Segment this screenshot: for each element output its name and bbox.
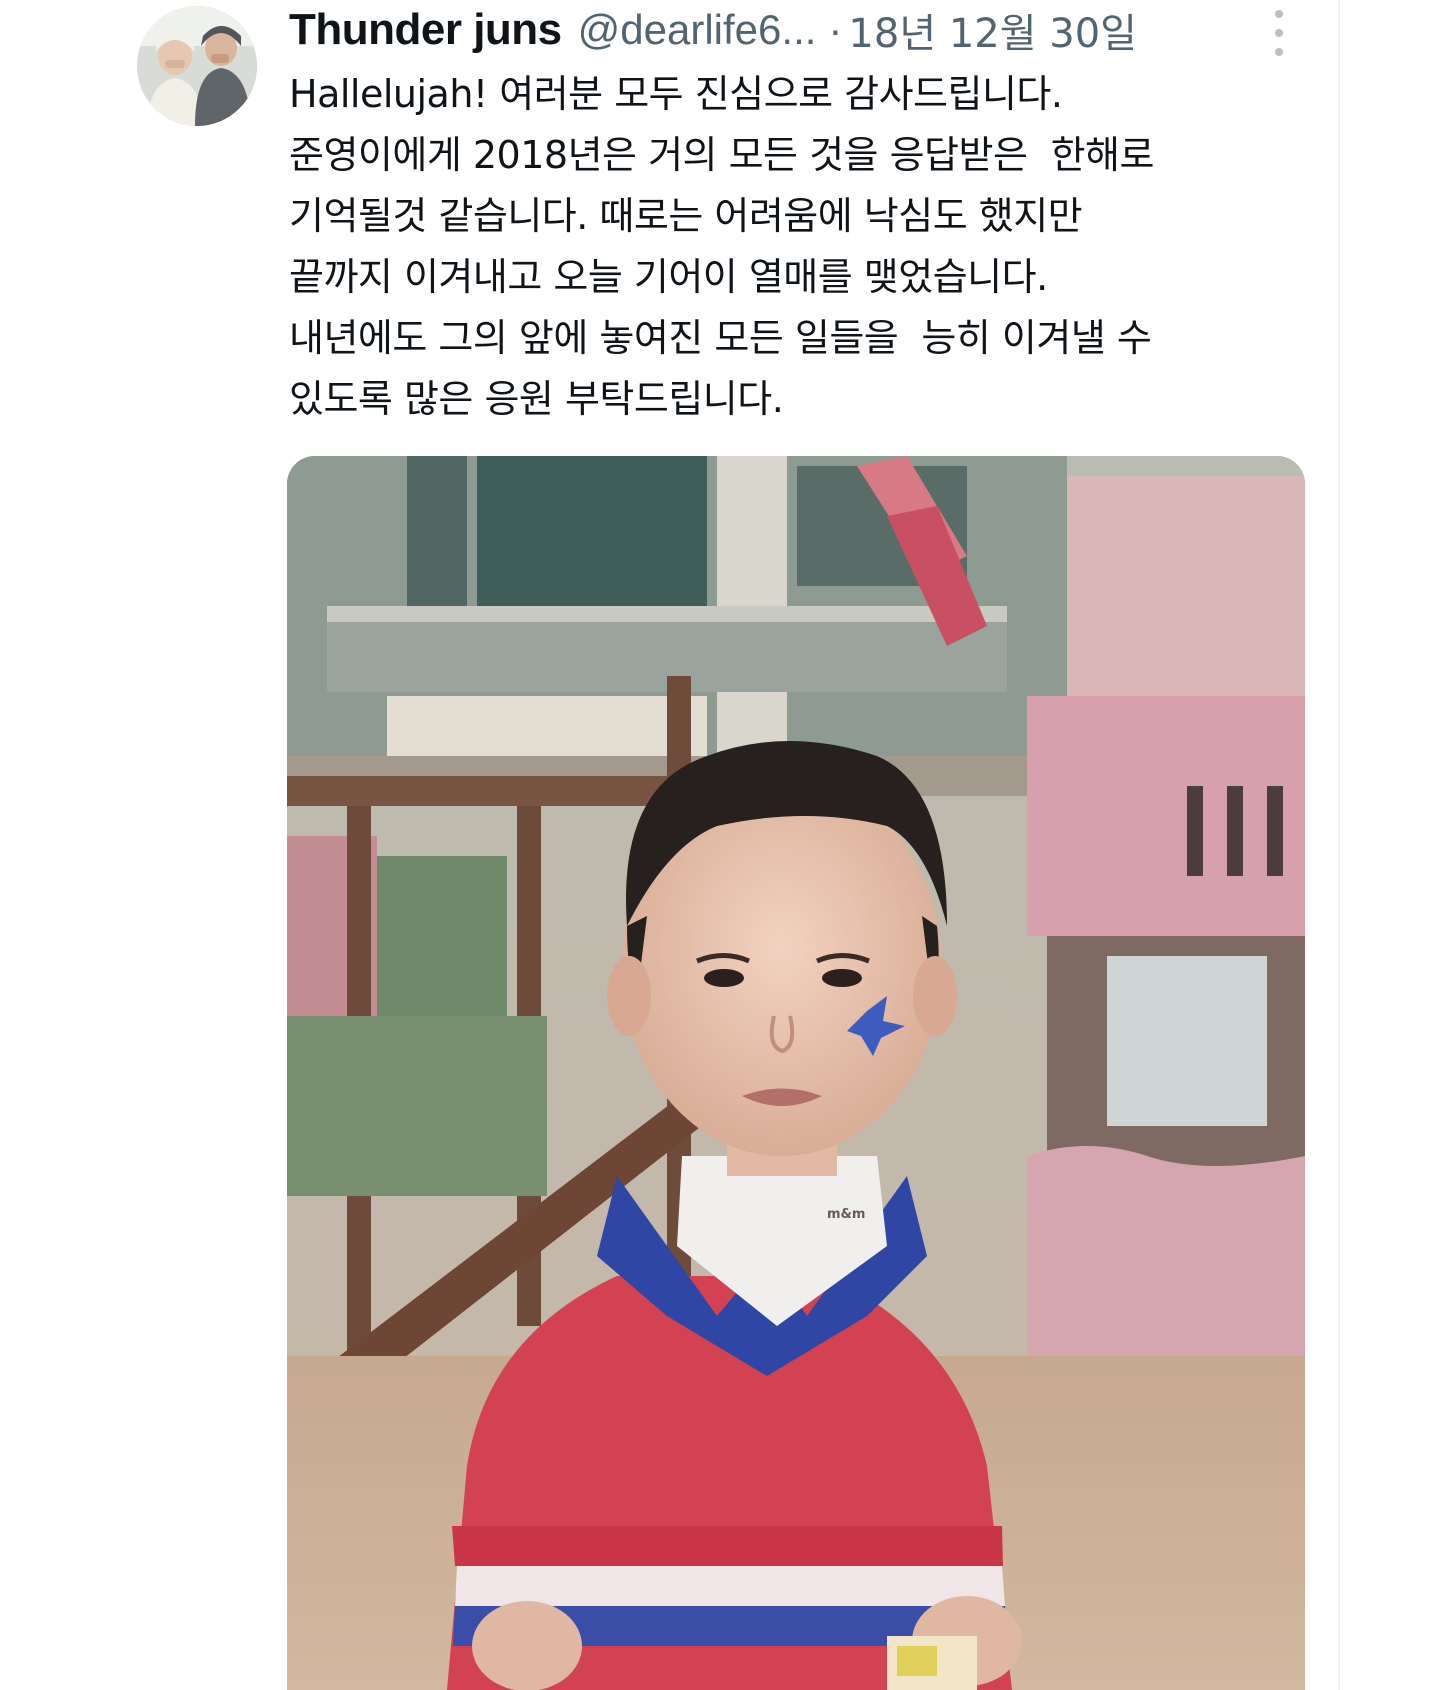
timeline-border: [1338, 0, 1340, 1690]
tweet-text-line: 내년에도 그의 앞에 놓여진 모든 일들을 능히 이겨낼 수: [289, 316, 1152, 360]
tweet[interactable]: Thunder juns @dearlife6... · 18년 12월 30일…: [0, 0, 1338, 1690]
tweet-text-line: 기억될것 같습니다. 때로는 어려움에 낙심도 했지만: [289, 194, 1083, 238]
user-handle[interactable]: @dearlife6...: [578, 6, 817, 54]
display-name[interactable]: Thunder juns: [289, 5, 562, 55]
avatar[interactable]: [137, 6, 257, 126]
tweet-text-line: 끝까지 이겨내고 오늘 기어이 열매를 맺었습니다.: [289, 255, 1048, 299]
tweet-text-line: 있도록 많은 응원 부탁드립니다.: [289, 377, 784, 421]
more-dot: [1275, 29, 1283, 37]
photo-child-playground: m&m: [287, 456, 1305, 1690]
separator-dot: ·: [828, 6, 843, 53]
tweet-text: Hallelujah! 여러분 모두 진심으로 감사드립니다. 준영이에게 20…: [289, 64, 1319, 430]
more-dot: [1275, 48, 1283, 56]
tweet-photo[interactable]: m&m: [287, 456, 1305, 1690]
shirt-logo: m&m: [827, 1207, 865, 1222]
tweet-date[interactable]: 18년 12월 30일: [848, 1, 1137, 59]
more-dot: [1275, 10, 1283, 18]
tweet-text-line: Hallelujah! 여러분 모두 진심으로 감사드립니다.: [289, 72, 1063, 116]
tweet-text-line: 준영이에게 2018년은 거의 모든 것을 응답받은 한해로: [289, 133, 1154, 177]
more-vertical-icon[interactable]: [1265, 10, 1293, 56]
tweet-header: Thunder juns @dearlife6... · 18년 12월 30일: [289, 2, 1289, 58]
